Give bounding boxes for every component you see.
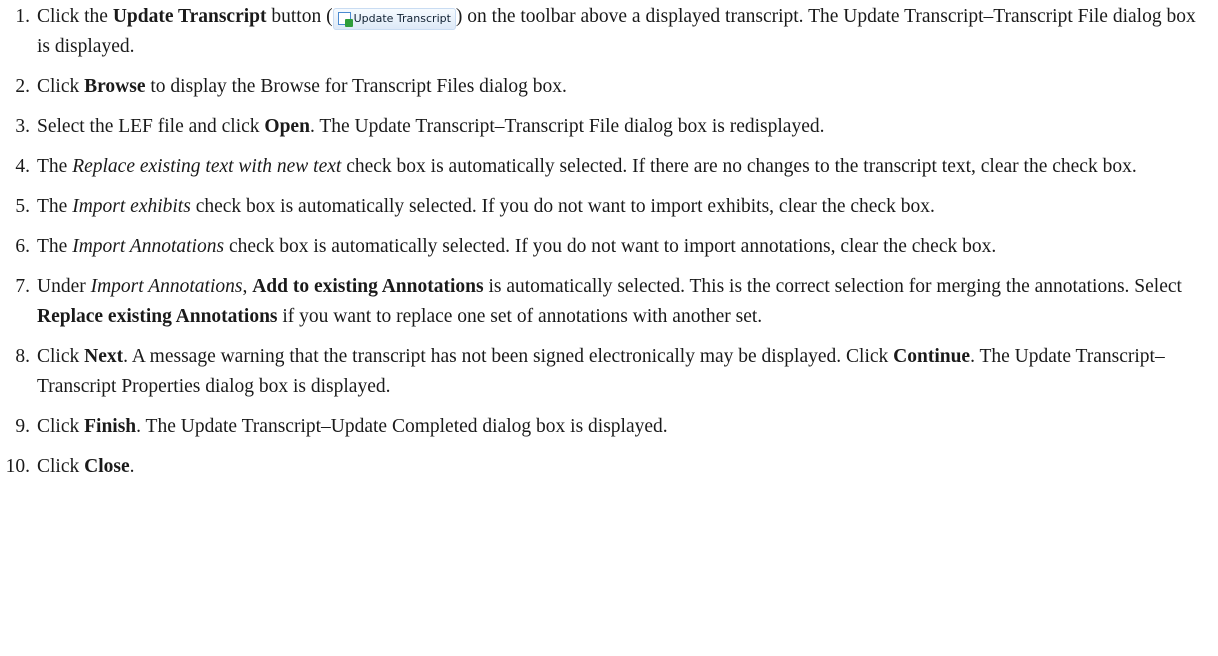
step-text: The Replace existing text with new text … [37, 156, 1137, 177]
step-text: Click Close. [37, 456, 135, 477]
instruction-list: 1. Click the Update Transcript button (Up… [0, 2, 1218, 492]
step-item: 6. The Import Annotations check box is au… [0, 232, 1218, 262]
step-number: 4. [15, 156, 30, 177]
step-number: 7. [15, 276, 30, 297]
step-number: 8. [15, 346, 30, 367]
ui-term: Finish [84, 416, 137, 437]
step-item: 9. Click Finish. The Update Transcript–Up… [0, 412, 1218, 442]
step-number: 5. [15, 196, 30, 217]
step-item: 2. Click Browse to display the Browse for… [0, 72, 1218, 102]
ui-term: Add to existing Annotations [252, 276, 484, 297]
ui-term: Update Transcript [112, 6, 267, 27]
text-run: to display the Browse for Transcript Fil… [145, 76, 567, 97]
step-text: Click Next. A message warning that the t… [37, 346, 1165, 397]
text-run: Under [37, 276, 91, 297]
text-run: button ( [266, 6, 333, 27]
text-run: if you want to replace one set of annota… [277, 306, 763, 327]
ui-term: Close [84, 456, 130, 477]
step-number: 6. [15, 236, 30, 257]
text-run: Click [37, 456, 85, 477]
step-text: Select the LEF file and click Open. The … [37, 116, 824, 137]
update-transcript-button-label: Update Transcript [353, 11, 451, 25]
option-name: Import Annotations [72, 236, 225, 257]
text-run: check box is automatically selected. If … [224, 236, 997, 257]
ui-term: Replace existing Annotations [37, 306, 278, 327]
step-text: Click Finish. The Update Transcript–Upda… [37, 416, 668, 437]
update-transcript-button-image: Update Transcript [332, 7, 456, 30]
option-name: Import exhibits [72, 196, 191, 217]
step-item: 4. The Replace existing text with new tex… [0, 152, 1218, 182]
step-text: Click the Update Transcript button (Upda… [37, 6, 1196, 57]
text-run: Click [37, 76, 85, 97]
step-item: 7. Under Import Annotations, Add to exist… [0, 272, 1218, 332]
step-number: 3. [15, 116, 30, 137]
step-number: 9. [15, 416, 30, 437]
text-run: . A message warning that the transcript … [123, 346, 894, 367]
step-text: The Import exhibits check box is automat… [37, 196, 935, 217]
text-run: The [37, 196, 73, 217]
step-item: 1. Click the Update Transcript button (Up… [0, 2, 1218, 62]
step-item: 8. Click Next. A message warning that the… [0, 342, 1218, 402]
step-item: 3. Select the LEF file and click Open. Th… [0, 112, 1218, 142]
text-run: Click the [37, 6, 113, 27]
option-name: Replace existing text with new text [72, 156, 342, 177]
ui-term: Next [84, 346, 124, 367]
text-run: Click [37, 416, 85, 437]
step-item: 5. The Import exhibits check box is autom… [0, 192, 1218, 222]
text-run: check box is automatically selected. If … [341, 156, 1137, 177]
step-text: Under Import Annotations, Add to existin… [37, 276, 1182, 327]
ui-term: Browse [84, 76, 146, 97]
step-text: The Import Annotations check box is auto… [37, 236, 996, 257]
text-run: The [37, 236, 73, 257]
text-run: Select the LEF file and click [37, 116, 265, 137]
text-run: . The Update Transcript–Transcript File … [309, 116, 825, 137]
text-run: check box is automatically selected. If … [190, 196, 935, 217]
step-number: 10. [5, 456, 30, 477]
step-number: 2. [15, 76, 30, 97]
step-item: 10. Click Close. [0, 452, 1218, 482]
step-text: Click Browse to display the Browse for T… [37, 76, 567, 97]
text-run: . [129, 456, 135, 477]
ui-term: Continue [893, 346, 971, 367]
ui-term: Open [264, 116, 310, 137]
option-name: Import Annotations [90, 276, 243, 297]
update-transcript-icon [337, 12, 353, 27]
text-run: . The Update Transcript–Update Completed… [136, 416, 668, 437]
text-run: The [37, 156, 73, 177]
text-run: , [242, 276, 253, 297]
text-run: is automatically selected. This is the c… [483, 276, 1182, 297]
step-number: 1. [15, 6, 30, 27]
text-run: Click [37, 346, 85, 367]
